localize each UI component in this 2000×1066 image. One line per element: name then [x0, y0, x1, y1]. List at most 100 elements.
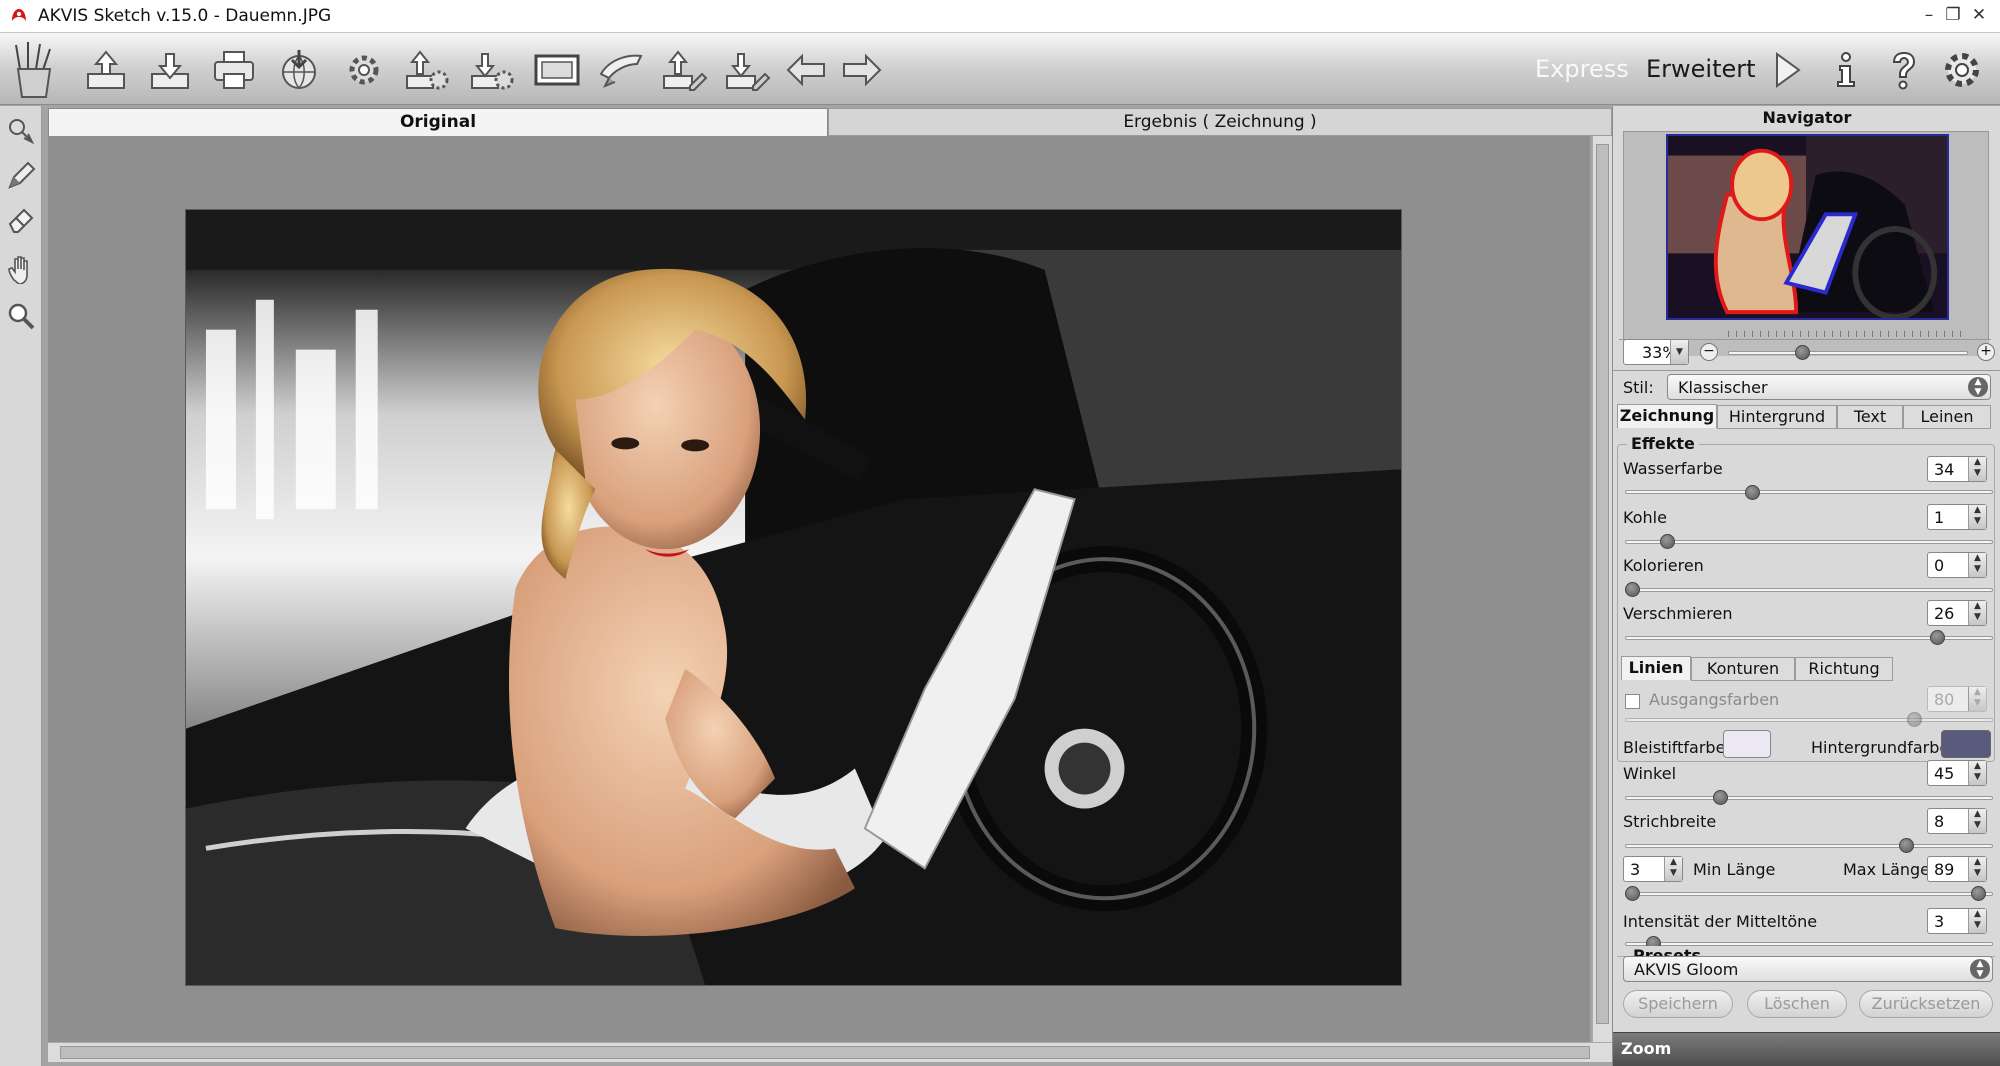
info-icon[interactable]	[1824, 48, 1868, 92]
zoom-slider-track[interactable]	[1728, 351, 1968, 355]
verschmieren-spinner[interactable]: 26 ▲ ▼	[1927, 600, 1987, 626]
verschmieren-slider[interactable]	[1930, 630, 1946, 645]
app-window: AKVIS Sketch v.15.0 - Dauemn.JPG – ❐ ✕ E…	[0, 0, 2000, 1066]
winkel-spinner[interactable]: 45 ▲ ▼	[1927, 760, 1987, 786]
share-globe-icon[interactable]	[275, 46, 323, 94]
winkel-track[interactable]	[1625, 796, 1993, 800]
ausgangsfarben-checkbox[interactable]	[1625, 694, 1640, 709]
bleistiftfarbe-swatch[interactable]	[1723, 730, 1771, 758]
mode-erweitert-button[interactable]: Erweitert	[1646, 55, 1756, 83]
strichbreite-track[interactable]	[1625, 844, 1993, 848]
spinner-arrows-icon[interactable]: ▲ ▼	[1968, 553, 1986, 577]
kohle-track[interactable]	[1625, 540, 1993, 544]
tab-ergebnis[interactable]: Ergebnis ( Zeichnung )	[828, 108, 1612, 136]
presets-dropdown-icon[interactable]: ▲ ▼	[1970, 959, 1990, 979]
akvis-logo-icon	[8, 5, 30, 27]
mitteltoene-spinner[interactable]: 3 ▲ ▼	[1927, 908, 1987, 934]
laenge-track[interactable]	[1625, 892, 1993, 896]
ausgangsfarben-spinner[interactable]: 80 ▲ ▼	[1927, 686, 1987, 712]
settings-gear-icon[interactable]	[340, 46, 388, 94]
spinner-arrows-icon[interactable]: ▲ ▼	[1968, 761, 1986, 785]
loeschen-button[interactable]: Löschen	[1747, 990, 1847, 1018]
photo-preview[interactable]	[185, 209, 1402, 986]
eraser-icon[interactable]	[6, 204, 36, 234]
speichern-button[interactable]: Speichern	[1623, 990, 1733, 1018]
spinner-arrows-icon[interactable]: ▲ ▼	[1968, 505, 1986, 529]
hand-tool-icon[interactable]	[6, 254, 36, 285]
tab-zeichnung[interactable]: Zeichnung	[1617, 404, 1717, 428]
vertical-scroll-thumb[interactable]	[1596, 144, 1609, 1024]
batch-film-icon[interactable]	[533, 46, 581, 94]
stroke-pencil-icon[interactable]	[6, 161, 36, 191]
spinner-arrows-icon[interactable]: ▲ ▼	[1968, 909, 1986, 933]
wasserfarbe-spinner[interactable]: 34 ▲ ▼	[1927, 456, 1987, 482]
stil-dropdown-icon[interactable]: ▲ ▼	[1968, 377, 1988, 397]
help-icon[interactable]	[1882, 48, 1926, 92]
hintergrundfarbe-swatch[interactable]	[1941, 730, 1991, 758]
zoom-tool-icon[interactable]	[6, 301, 36, 331]
spinner-arrows-icon[interactable]: ▲ ▼	[1968, 457, 1986, 481]
wasserfarbe-track[interactable]	[1625, 490, 1993, 494]
min-laenge-spinner[interactable]: 3 ▲ ▼	[1623, 856, 1683, 882]
maximize-button[interactable]: ❐	[1942, 4, 1964, 26]
kolorieren-slider[interactable]	[1625, 582, 1640, 597]
mode-express-button[interactable]: Express	[1535, 55, 1629, 83]
max-laenge-slider[interactable]	[1971, 886, 1986, 901]
tab-konturen[interactable]: Konturen	[1691, 657, 1795, 681]
ausgangsfarben-track[interactable]	[1625, 718, 1993, 722]
stil-select[interactable]: Klassischer ▲ ▼	[1667, 374, 1991, 400]
run-play-icon[interactable]	[1765, 48, 1809, 92]
brush-settings-icon[interactable]	[597, 46, 645, 94]
spinner-arrows-icon[interactable]: ▲ ▼	[1968, 857, 1986, 881]
import-strokes-icon[interactable]	[660, 46, 708, 94]
kolorieren-track[interactable]	[1625, 588, 1993, 592]
ausgangsfarben-slider[interactable]	[1906, 712, 1922, 727]
tab-hintergrund[interactable]: Hintergrund	[1717, 405, 1837, 429]
tab-text[interactable]: Text	[1837, 405, 1903, 429]
ausgangsfarben-label: Ausgangsfarben	[1649, 690, 1780, 709]
zoom-bar[interactable]: Zoom	[1613, 1032, 2000, 1066]
strichbreite-spinner[interactable]: 8 ▲ ▼	[1927, 808, 1987, 834]
minimize-button[interactable]: –	[1918, 4, 1940, 26]
strichbreite-slider[interactable]	[1898, 838, 1914, 853]
spinner-arrows-icon[interactable]: ▲ ▼	[1664, 857, 1682, 881]
kolorieren-spinner[interactable]: 0 ▲ ▼	[1927, 552, 1987, 578]
zuruecksetzen-button[interactable]: Zurücksetzen	[1859, 990, 1993, 1018]
spinner-arrows-icon[interactable]: ▲ ▼	[1968, 687, 1986, 711]
zoom-out-icon[interactable]: −	[1700, 343, 1718, 361]
preferences-gear-icon[interactable]	[1940, 48, 1984, 92]
zoom-slider-knob[interactable]	[1795, 345, 1811, 360]
horizontal-scroll-thumb[interactable]	[60, 1046, 1590, 1059]
presets-select[interactable]: AKVIS Gloom ▲ ▼	[1623, 956, 1993, 982]
open-image-icon[interactable]	[82, 46, 130, 94]
spinner-arrows-icon[interactable]: ▲ ▼	[1968, 601, 1986, 625]
kolorieren-label: Kolorieren	[1623, 556, 1704, 575]
winkel-slider[interactable]	[1713, 790, 1728, 805]
min-laenge-slider[interactable]	[1625, 886, 1640, 901]
tab-richtung[interactable]: Richtung	[1795, 657, 1893, 681]
tab-linien[interactable]: Linien	[1621, 656, 1691, 680]
wasserfarbe-slider[interactable]	[1744, 485, 1760, 500]
spinner-arrows-icon[interactable]: ▲ ▼	[1968, 809, 1986, 833]
save-settings-icon[interactable]	[468, 46, 516, 94]
tab-leinen[interactable]: Leinen	[1903, 405, 1991, 429]
export-strokes-icon[interactable]	[723, 46, 771, 94]
close-button[interactable]: ✕	[1968, 4, 1990, 26]
tab-original[interactable]: Original	[48, 108, 828, 136]
load-settings-icon[interactable]	[403, 46, 451, 94]
direction-tool-icon[interactable]	[6, 116, 36, 146]
hintergrundfarbe-label: Hintergrundfarbe	[1811, 738, 1950, 757]
settings-panel: Navigator 33% ▼ − + Stil: Klassischer ▲ …	[1612, 106, 2000, 1066]
redo-arrow-icon[interactable]	[838, 46, 886, 94]
max-laenge-spinner[interactable]: 89 ▲ ▼	[1927, 856, 1987, 882]
print-icon[interactable]	[210, 46, 258, 94]
navigator-thumbnail[interactable]	[1666, 134, 1949, 320]
horizontal-scrollbar[interactable]	[48, 1042, 1612, 1062]
vertical-scrollbar[interactable]	[1592, 136, 1612, 1042]
zoom-value-field[interactable]: 33% ▼	[1623, 339, 1689, 365]
zoom-in-icon[interactable]: +	[1977, 343, 1995, 361]
undo-arrow-icon[interactable]	[782, 46, 830, 94]
kohle-spinner[interactable]: 1 ▲ ▼	[1927, 504, 1987, 530]
save-image-icon[interactable]	[146, 46, 194, 94]
zoom-dropdown-arrow-icon[interactable]: ▼	[1670, 340, 1688, 364]
